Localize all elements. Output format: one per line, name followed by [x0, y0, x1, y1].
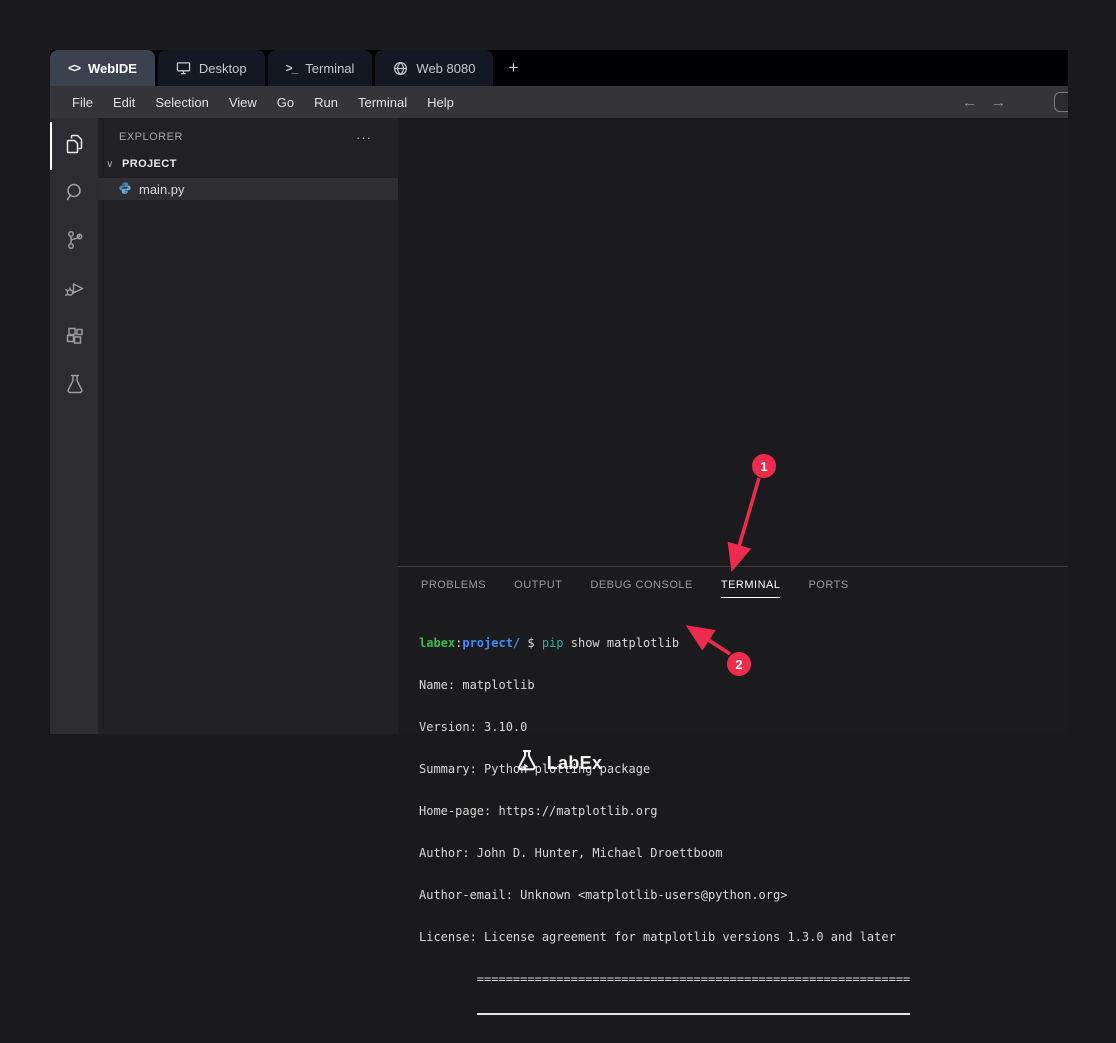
menu-run[interactable]: Run: [304, 95, 348, 110]
terminal-output[interactable]: labex:project/ $ pip show matplotlib Nam…: [398, 601, 1068, 1043]
terminal-clipped-line: [477, 1013, 910, 1015]
activity-source-control-button[interactable]: [50, 218, 98, 266]
terminal-prompt-icon: >_: [286, 61, 298, 75]
git-branch-icon: [63, 228, 87, 257]
terminal-line: Home-page: https://matplotlib.org: [419, 804, 1068, 818]
terminal-line: Author-email: Unknown <matplotlib-users@…: [419, 888, 1068, 902]
panel-tab-output[interactable]: OUTPUT: [514, 570, 562, 598]
extensions-icon: [63, 324, 87, 353]
tab-webide[interactable]: <> WebIDE: [50, 50, 155, 86]
panel-tab-bar: PROBLEMS OUTPUT DEBUG CONSOLE TERMINAL P…: [398, 567, 1068, 601]
bottom-panel: PROBLEMS OUTPUT DEBUG CONSOLE TERMINAL P…: [398, 566, 1068, 734]
tab-terminal-label: Terminal: [305, 61, 354, 76]
panel-tab-problems[interactable]: PROBLEMS: [421, 570, 486, 598]
panel-tab-ports[interactable]: PORTS: [808, 570, 848, 598]
terminal-line: License: License agreement for matplotli…: [419, 930, 1068, 944]
command-args: show matplotlib: [564, 636, 680, 650]
command-search-box[interactable]: [1054, 92, 1068, 112]
prompt-directory: project/: [462, 636, 520, 650]
run-debug-icon: [63, 276, 87, 305]
activity-extensions-button[interactable]: [50, 314, 98, 362]
footer-brand: LabEx: [0, 740, 1116, 786]
files-icon: [63, 132, 87, 161]
tab-terminal[interactable]: >_ Terminal: [268, 50, 373, 86]
search-icon: [63, 180, 87, 209]
monitor-icon: [176, 61, 191, 75]
new-tab-button[interactable]: +: [496, 50, 530, 86]
activity-search-button[interactable]: [50, 170, 98, 218]
flask-icon: [63, 372, 87, 401]
terminal-line: Name: matplotlib: [419, 678, 1068, 692]
activity-lab-button[interactable]: [50, 362, 98, 410]
menu-bar: File Edit Selection View Go Run Terminal…: [50, 86, 1068, 118]
command-binary: pip: [542, 636, 564, 650]
menu-view[interactable]: View: [219, 95, 267, 110]
tab-desktop-label: Desktop: [199, 61, 247, 76]
webide-window: <> WebIDE Desktop >_ Terminal We: [50, 50, 1068, 734]
terminal-line: Author: John D. Hunter, Michael Droettbo…: [419, 846, 1068, 860]
menu-edit[interactable]: Edit: [103, 95, 145, 110]
menu-terminal[interactable]: Terminal: [348, 95, 417, 110]
explorer-sidebar: EXPLORER ··· ∨ PROJECT main.py: [98, 118, 398, 734]
chevron-down-icon: ∨: [104, 159, 116, 170]
terminal-prompt-line: labex:project/ $ pip show matplotlib: [419, 636, 1068, 650]
panel-tab-terminal[interactable]: TERMINAL: [721, 570, 781, 598]
tab-webide-label: WebIDE: [88, 61, 137, 76]
tab-web-8080-label: Web 8080: [416, 61, 475, 76]
terminal-line: Version: 3.10.0: [419, 720, 1068, 734]
activity-run-debug-button[interactable]: [50, 266, 98, 314]
prompt-user: labex: [419, 636, 455, 650]
activity-explorer-button[interactable]: [50, 122, 98, 170]
editor-area[interactable]: [398, 118, 1068, 566]
terminal-line: ========================================…: [419, 972, 1068, 986]
folder-project-label: PROJECT: [122, 158, 177, 170]
code-icon: <>: [68, 61, 80, 75]
menu-help[interactable]: Help: [417, 95, 464, 110]
menu-go[interactable]: Go: [267, 95, 304, 110]
tab-desktop[interactable]: Desktop: [158, 50, 265, 86]
file-main-py[interactable]: main.py: [98, 178, 398, 200]
file-main-py-label: main.py: [139, 182, 185, 197]
menu-selection[interactable]: Selection: [145, 95, 218, 110]
python-file-icon: [118, 181, 132, 198]
menu-file[interactable]: File: [62, 95, 103, 110]
explorer-more-actions-icon[interactable]: ···: [356, 130, 372, 145]
explorer-title: EXPLORER: [119, 131, 183, 143]
prompt-dollar: $: [520, 636, 542, 650]
activity-bar: [50, 118, 98, 734]
panel-tab-debug-console[interactable]: DEBUG CONSOLE: [590, 570, 692, 598]
nav-back-icon[interactable]: ←: [962, 94, 977, 111]
tab-web-8080[interactable]: Web 8080: [375, 50, 493, 86]
top-tab-bar: <> WebIDE Desktop >_ Terminal We: [50, 50, 1068, 86]
globe-icon: [393, 61, 408, 76]
labex-flask-icon: [514, 748, 540, 779]
labex-brand-text: LabEx: [547, 753, 603, 774]
folder-project[interactable]: ∨ PROJECT: [98, 152, 398, 176]
nav-forward-icon[interactable]: →: [991, 94, 1006, 111]
